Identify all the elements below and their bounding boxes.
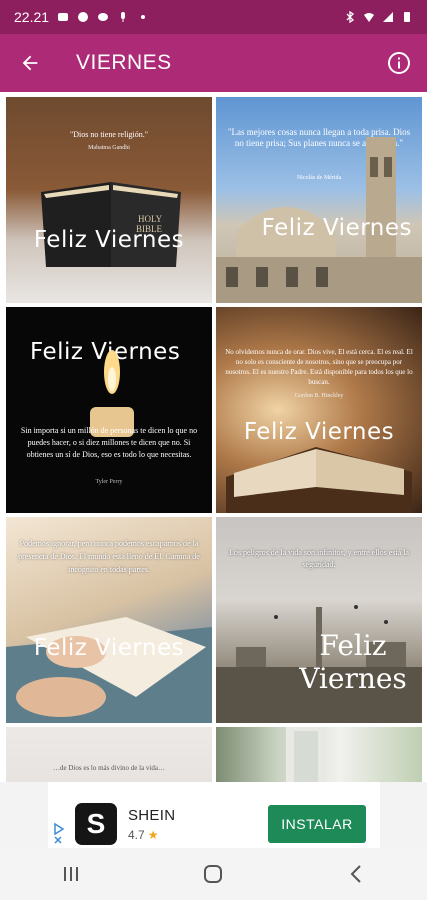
ad-rating-value: 4.7 — [128, 828, 145, 842]
system-nav-bar — [0, 848, 427, 900]
mic-icon — [121, 12, 126, 22]
tile-author: Mahatma Gandhi — [88, 145, 130, 151]
status-bar: 22.21 — [0, 0, 427, 34]
tile-author: Gordon B. Hinckley — [294, 393, 344, 399]
tile-caption: No olvidemos nunca de orar. Dios vive, E… — [225, 348, 413, 386]
page-title: VIERNES — [76, 51, 172, 74]
adchoices-icon[interactable] — [52, 822, 66, 844]
hands-on-bible-illustration — [6, 617, 212, 723]
wifi-icon — [364, 13, 374, 22]
image-tile[interactable]: Feliz Viernes Sin importa si un millón d… — [6, 307, 212, 513]
tile-title: Feliz Viernes — [299, 629, 407, 695]
recent-apps-icon — [64, 867, 79, 881]
tile-author: Tyler Perry — [95, 479, 123, 485]
image-grid: "Dios no tiene religión." Mahatma Gandhi… — [0, 92, 427, 782]
image-tile[interactable]: Podemos ignorar, pero nunca podemos esca… — [6, 517, 212, 723]
tile-title: Feliz Viernes — [33, 635, 185, 661]
ad-rating: 4.7 ★ — [128, 828, 158, 842]
notification-icon — [58, 13, 69, 21]
tile-caption: Sin importa si un millón de personas te … — [20, 426, 198, 459]
image-tile[interactable]: "Las mejores cosas nunca llegan a toda p… — [216, 97, 422, 303]
image-tile[interactable]: No olvidemos nunca de orar. Dios vive, E… — [216, 307, 422, 513]
tile-caption: …de Dios es lo más divino de la vida… — [53, 764, 165, 772]
install-button[interactable]: INSTALAR — [268, 805, 366, 843]
ad-app-name[interactable]: SHEIN — [128, 807, 175, 824]
image-tile[interactable]: "Dios no tiene religión." Mahatma Gandhi… — [6, 97, 212, 303]
info-button[interactable] — [371, 34, 427, 92]
back-nav-button[interactable] — [326, 848, 386, 900]
star-icon: ★ — [147, 828, 159, 842]
bible-book-icon: HOLY BIBLE — [41, 182, 181, 267]
recent-apps-button[interactable] — [41, 848, 101, 900]
svg-text:HOLY: HOLY — [138, 214, 163, 224]
back-button[interactable] — [0, 34, 60, 92]
home-icon — [204, 865, 223, 883]
tile-caption: "Dios no tiene religión." — [69, 130, 149, 139]
image-tile[interactable]: Los peligros de la vida son infinitos, y… — [216, 517, 422, 723]
tile-title: Feliz Viernes — [261, 215, 412, 241]
bluetooth-icon — [346, 11, 355, 23]
window-frame-illustration — [286, 727, 326, 782]
tile-title: Feliz Viernes — [33, 227, 185, 253]
tile-caption: Los peligros de la vida son infinitos, y… — [229, 548, 409, 569]
status-time: 22.21 — [14, 9, 50, 25]
signal-icon — [383, 12, 393, 22]
ad-app-logo[interactable]: S — [75, 803, 117, 845]
home-button[interactable] — [183, 848, 243, 900]
tile-caption: Podemos ignorar, pero nunca podemos esca… — [18, 539, 200, 574]
image-tile[interactable]: …de Dios es lo más divino de la vida… — [6, 727, 212, 782]
app-bar: VIERNES — [0, 34, 427, 92]
chat-icon — [78, 12, 89, 22]
status-right — [344, 11, 413, 23]
dot-icon — [141, 15, 146, 19]
status-left: 22.21 — [14, 9, 149, 25]
info-icon — [388, 52, 410, 74]
message-icon — [98, 13, 109, 21]
image-tile[interactable] — [216, 727, 422, 782]
arrow-back-icon — [22, 55, 38, 71]
candle-illustration — [90, 350, 134, 437]
battery-icon — [404, 12, 410, 22]
chevron-left-icon — [350, 865, 361, 883]
tile-title: Feliz Viernes — [243, 419, 395, 445]
